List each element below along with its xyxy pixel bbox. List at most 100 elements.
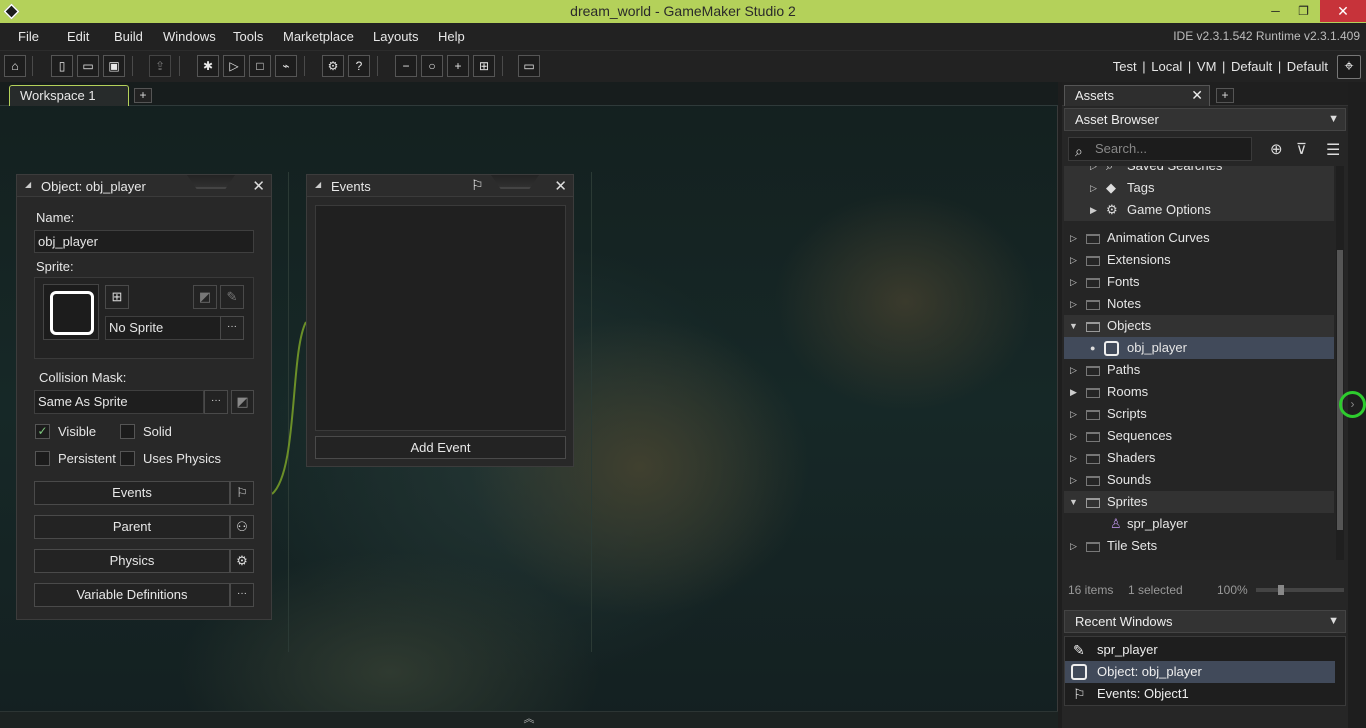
events-flag-icon[interactable]: ⚐	[230, 481, 254, 505]
debug-icon[interactable]: ✱	[197, 55, 219, 77]
menu-build[interactable]: Build	[114, 29, 143, 44]
physics-button[interactable]: Physics	[34, 549, 230, 573]
new-sprite-icon[interactable]: ⊞	[105, 285, 129, 309]
expand-panel-chevron-icon[interactable]: ›	[1339, 391, 1366, 418]
zoom-slider-knob[interactable]	[1278, 585, 1284, 595]
expand-icon[interactable]: ▷	[1070, 447, 1077, 469]
save-icon[interactable]: ▣	[103, 55, 125, 77]
expand-icon[interactable]: ▷	[1070, 271, 1077, 293]
open-project-icon[interactable]: ▭	[77, 55, 99, 77]
tree-item-tile-sets[interactable]: ▷ Tile Sets	[1064, 535, 1334, 557]
expand-icon[interactable]: ▷	[1070, 535, 1077, 557]
collision-mask-selector[interactable]: Same As Sprite	[34, 390, 204, 414]
zoom-out-icon[interactable]: −	[395, 55, 417, 77]
tree-item-spr-player[interactable]: ♙ spr_player	[1064, 513, 1334, 535]
expand-icon[interactable]: ▷	[1070, 469, 1077, 491]
tree-item-shaders[interactable]: ▷ Shaders	[1064, 447, 1334, 469]
tree-item-saved-searches[interactable]: ▷ ⌕ Saved Searches	[1064, 166, 1334, 177]
sprite-preview[interactable]	[43, 284, 99, 340]
events-button[interactable]: Events	[34, 481, 230, 505]
tree-item-game-options[interactable]: ▶ ⚙ Game Options	[1064, 199, 1334, 221]
menu-marketplace[interactable]: Marketplace	[283, 29, 354, 44]
expand-icon[interactable]: ▷	[1090, 166, 1097, 177]
parent-hierarchy-icon[interactable]: ⚇	[230, 515, 254, 539]
event-list[interactable]	[315, 205, 566, 431]
tree-item-fonts[interactable]: ▷ Fonts	[1064, 271, 1334, 293]
tree-item-objects[interactable]: ▼ Objects	[1064, 315, 1334, 337]
expand-icon[interactable]: ▷	[1070, 227, 1077, 249]
clean-icon[interactable]: ⌁	[275, 55, 297, 77]
visible-checkbox[interactable]: ✓	[35, 424, 50, 439]
close-object-editor-icon[interactable]: ✕	[252, 177, 265, 195]
package-icon[interactable]: ⇪	[149, 55, 171, 77]
tab-workspace-1[interactable]: Workspace 1	[9, 85, 129, 106]
expand-icon[interactable]: ▷	[1070, 249, 1077, 271]
tab-assets[interactable]: Assets ✕	[1064, 85, 1210, 106]
zoom-reset-icon[interactable]: ○	[421, 55, 443, 77]
chevron-up-icon[interactable]: ︽	[524, 713, 535, 725]
tree-item-sequences[interactable]: ▷ Sequences	[1064, 425, 1334, 447]
menu-icon[interactable]: ☰	[1326, 140, 1340, 160]
collapse-icon[interactable]: ◢	[315, 180, 321, 189]
edit-sprite-icon[interactable]: ◩	[193, 285, 217, 309]
add-event-button[interactable]: Add Event	[315, 436, 566, 459]
tree-item-sprites[interactable]: ▼ Sprites	[1064, 491, 1334, 513]
recent-item-spr-player[interactable]: ✎ spr_player	[1065, 639, 1335, 661]
mask-more-button[interactable]: ···	[204, 390, 228, 414]
tree-item-animation-curves[interactable]: ▷ Animation Curves	[1064, 227, 1334, 249]
menu-tools[interactable]: Tools	[233, 29, 263, 44]
output-window-icon[interactable]: ▭	[518, 55, 540, 77]
scrollbar-thumb[interactable]	[1337, 250, 1343, 530]
tree-item-sounds[interactable]: ▷ Sounds	[1064, 469, 1334, 491]
run-icon[interactable]: ▷	[223, 55, 245, 77]
sprite-more-button[interactable]: ···	[220, 316, 244, 340]
tree-item-obj-player[interactable]: ● obj_player	[1064, 337, 1334, 359]
expand-icon[interactable]: ▷	[1070, 359, 1077, 381]
recent-windows-dropdown[interactable]: Recent Windows ▼	[1064, 610, 1346, 633]
expand-icon[interactable]: ▷	[1070, 425, 1077, 447]
edit-mask-icon[interactable]: ◩	[231, 390, 254, 414]
search-input[interactable]: ⌕ Search...	[1068, 137, 1252, 161]
menu-windows[interactable]: Windows	[163, 29, 216, 44]
zoom-slider[interactable]	[1256, 585, 1344, 595]
minimize-button[interactable]: ─	[1262, 0, 1289, 22]
fit-view-icon[interactable]: ⊞	[473, 55, 495, 77]
restore-button[interactable]: ❐	[1290, 0, 1317, 22]
sprite-selector[interactable]: No Sprite	[105, 316, 221, 340]
expand-icon[interactable]: ▷	[1070, 293, 1077, 315]
target-settings-icon[interactable]: ⌖	[1337, 55, 1361, 79]
menu-edit[interactable]: Edit	[67, 29, 89, 44]
expand-icon[interactable]: ▷	[1070, 403, 1077, 425]
add-asset-icon[interactable]: ⊕	[1270, 140, 1283, 158]
game-options-icon[interactable]: ⚙	[322, 55, 344, 77]
close-assets-tab-icon[interactable]: ✕	[1191, 86, 1203, 105]
expand-icon[interactable]: ▷	[1090, 177, 1097, 199]
uses-physics-checkbox[interactable]	[120, 451, 135, 466]
help-icon[interactable]: ?	[348, 55, 370, 77]
tree-item-scripts[interactable]: ▷ Scripts	[1064, 403, 1334, 425]
variable-definitions-button[interactable]: Variable Definitions	[34, 583, 230, 607]
collapse-icon[interactable]: ▼	[1069, 491, 1078, 513]
physics-gear-icon[interactable]: ⚙	[230, 549, 254, 573]
zoom-in-icon[interactable]: +	[447, 55, 469, 77]
new-project-icon[interactable]: ▯	[51, 55, 73, 77]
solid-checkbox[interactable]	[120, 424, 135, 439]
collapse-icon[interactable]: ▼	[1069, 315, 1078, 337]
expand-icon[interactable]: ▶	[1070, 381, 1077, 403]
tree-item-rooms[interactable]: ▶ Rooms	[1064, 381, 1334, 403]
tree-item-notes[interactable]: ▷ Notes	[1064, 293, 1334, 315]
recent-item-events[interactable]: ⚐ Events: Object1	[1065, 683, 1335, 705]
brush-icon[interactable]: ✎	[220, 285, 244, 309]
tree-item-paths[interactable]: ▷ Paths	[1064, 359, 1334, 381]
asset-browser-dropdown[interactable]: Asset Browser ▼	[1064, 108, 1346, 131]
stop-icon[interactable]: □	[249, 55, 271, 77]
menu-layouts[interactable]: Layouts	[373, 29, 419, 44]
target-selector[interactable]: Test | Local | VM | Default | Default	[1113, 59, 1328, 74]
add-workspace-button[interactable]: +	[134, 88, 152, 103]
expand-icon[interactable]: ▶	[1090, 199, 1097, 221]
bottom-panel-toggle[interactable]: ︽	[0, 711, 1058, 728]
collapse-icon[interactable]: ◢	[25, 180, 31, 189]
asset-tree-scrollbar[interactable]	[1336, 166, 1344, 560]
tree-item-extensions[interactable]: ▷ Extensions	[1064, 249, 1334, 271]
filter-icon[interactable]: ⊽	[1296, 140, 1307, 158]
